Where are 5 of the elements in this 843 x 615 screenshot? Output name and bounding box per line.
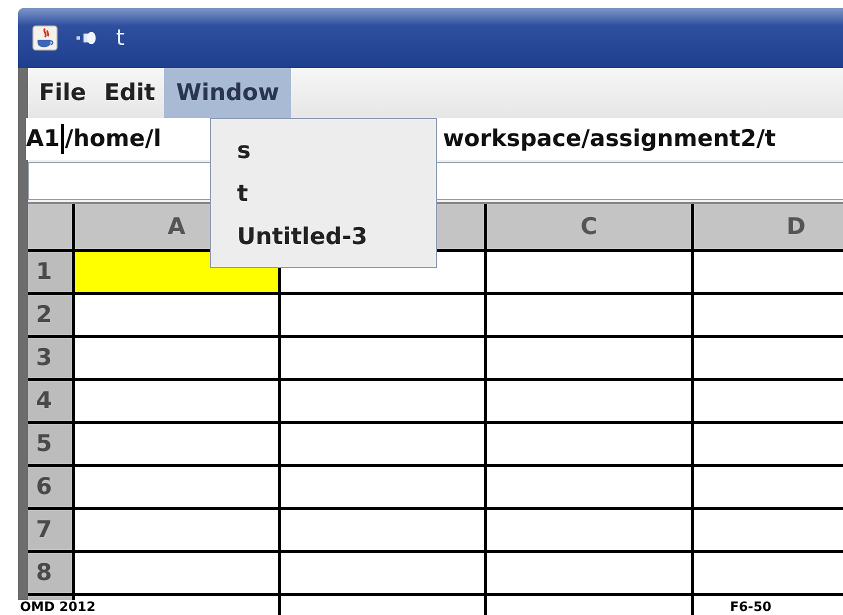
footer-text: OMD 2012 [18,600,98,615]
window-title: t [116,26,125,50]
file-path: /home/l [64,126,162,152]
cell-reference: A1 [26,126,60,152]
file-path: workspace/assignment2/t [442,126,776,152]
